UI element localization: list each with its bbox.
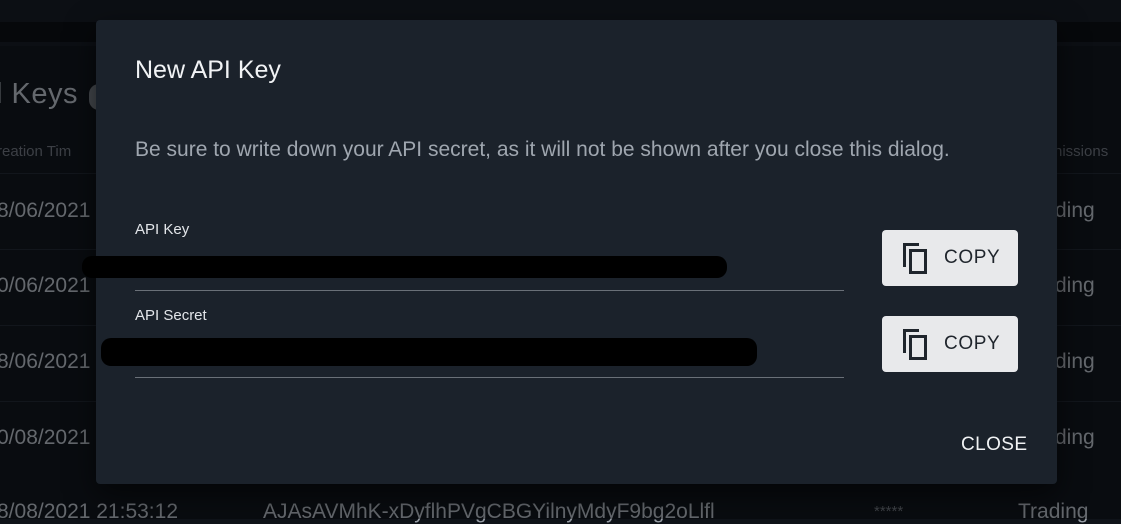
copy-icon xyxy=(903,329,927,360)
redaction-mark xyxy=(82,256,727,278)
copy-icon xyxy=(903,243,927,274)
copy-api-secret-button[interactable]: COPY xyxy=(882,316,1018,372)
dialog-title: New API Key xyxy=(135,56,281,84)
api-key-underline xyxy=(135,290,844,291)
copy-api-key-button[interactable]: COPY xyxy=(882,230,1018,286)
dialog-message: Be sure to write down your API secret, a… xyxy=(135,138,950,161)
redaction-mark xyxy=(101,338,757,366)
api-secret-underline xyxy=(135,377,844,378)
api-key-label: API Key xyxy=(135,221,190,238)
close-button[interactable]: CLOSE xyxy=(953,430,1035,460)
new-api-key-dialog: New API Key Be sure to write down your A… xyxy=(82,20,1057,484)
copy-api-key-label: COPY xyxy=(944,247,1001,268)
api-secret-label: API Secret xyxy=(135,307,207,324)
copy-api-secret-label: COPY xyxy=(944,333,1001,354)
